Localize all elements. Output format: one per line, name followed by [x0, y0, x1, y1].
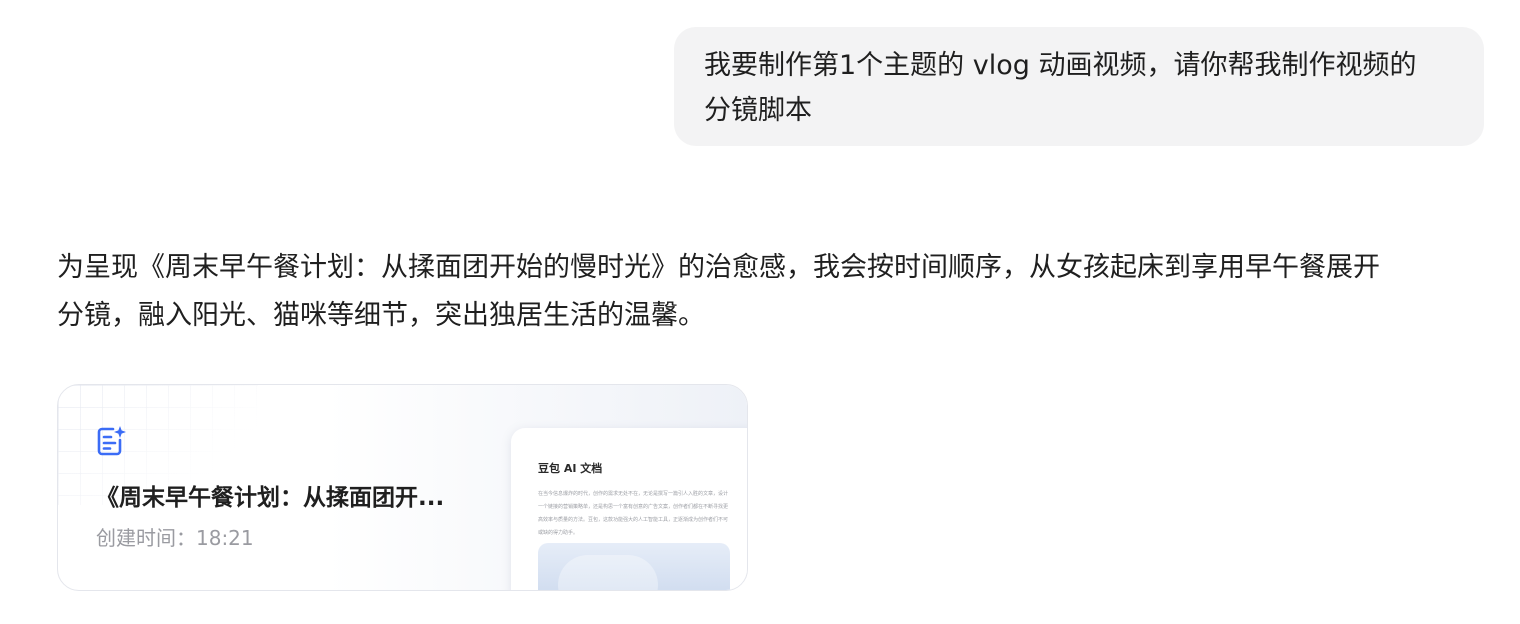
ai-document-icon: [97, 426, 126, 456]
user-message-bubble: 我要制作第1个主题的 vlog 动画视频，请你帮我制作视频的 分镜脚本: [674, 27, 1484, 146]
assistant-message-line-2: 分镜，融入阳光、猫咪等细节，突出独居生活的温馨。: [57, 300, 705, 331]
document-title: 《周末早午餐计划：从揉面团开...: [96, 485, 445, 511]
user-message-line-2: 分镜脚本: [704, 95, 812, 126]
assistant-message: 为呈现《周末早午餐计划：从揉面团开始的慢时光》的治愈感，我会按时间顺序，从女孩起…: [57, 244, 1487, 340]
preview-title: 豆包 AI 文档: [538, 462, 603, 475]
chat-page: 我要制作第1个主题的 vlog 动画视频，请你帮我制作视频的 分镜脚本 为呈现《…: [0, 0, 1520, 624]
preview-body-text: 在当今信息爆炸的时代，创作的需求无处不在，无论是撰写一篇引人入胜的文章，设计一个…: [538, 491, 729, 536]
preview-image: [538, 543, 730, 590]
user-message-line-1: 我要制作第1个主题的 vlog 动画视频，请你帮我制作视频的: [704, 50, 1417, 81]
document-card[interactable]: 《周末早午餐计划：从揉面团开... 创建时间：18:21 豆包 AI 文档 在当…: [57, 384, 748, 591]
document-created-time: 创建时间：18:21: [96, 526, 254, 550]
document-preview: 豆包 AI 文档 在当今信息爆炸的时代，创作的需求无处不在，无论是撰写一篇引人入…: [511, 428, 747, 590]
assistant-message-line-1: 为呈现《周末早午餐计划：从揉面团开始的慢时光》的治愈感，我会按时间顺序，从女孩起…: [57, 252, 1380, 283]
